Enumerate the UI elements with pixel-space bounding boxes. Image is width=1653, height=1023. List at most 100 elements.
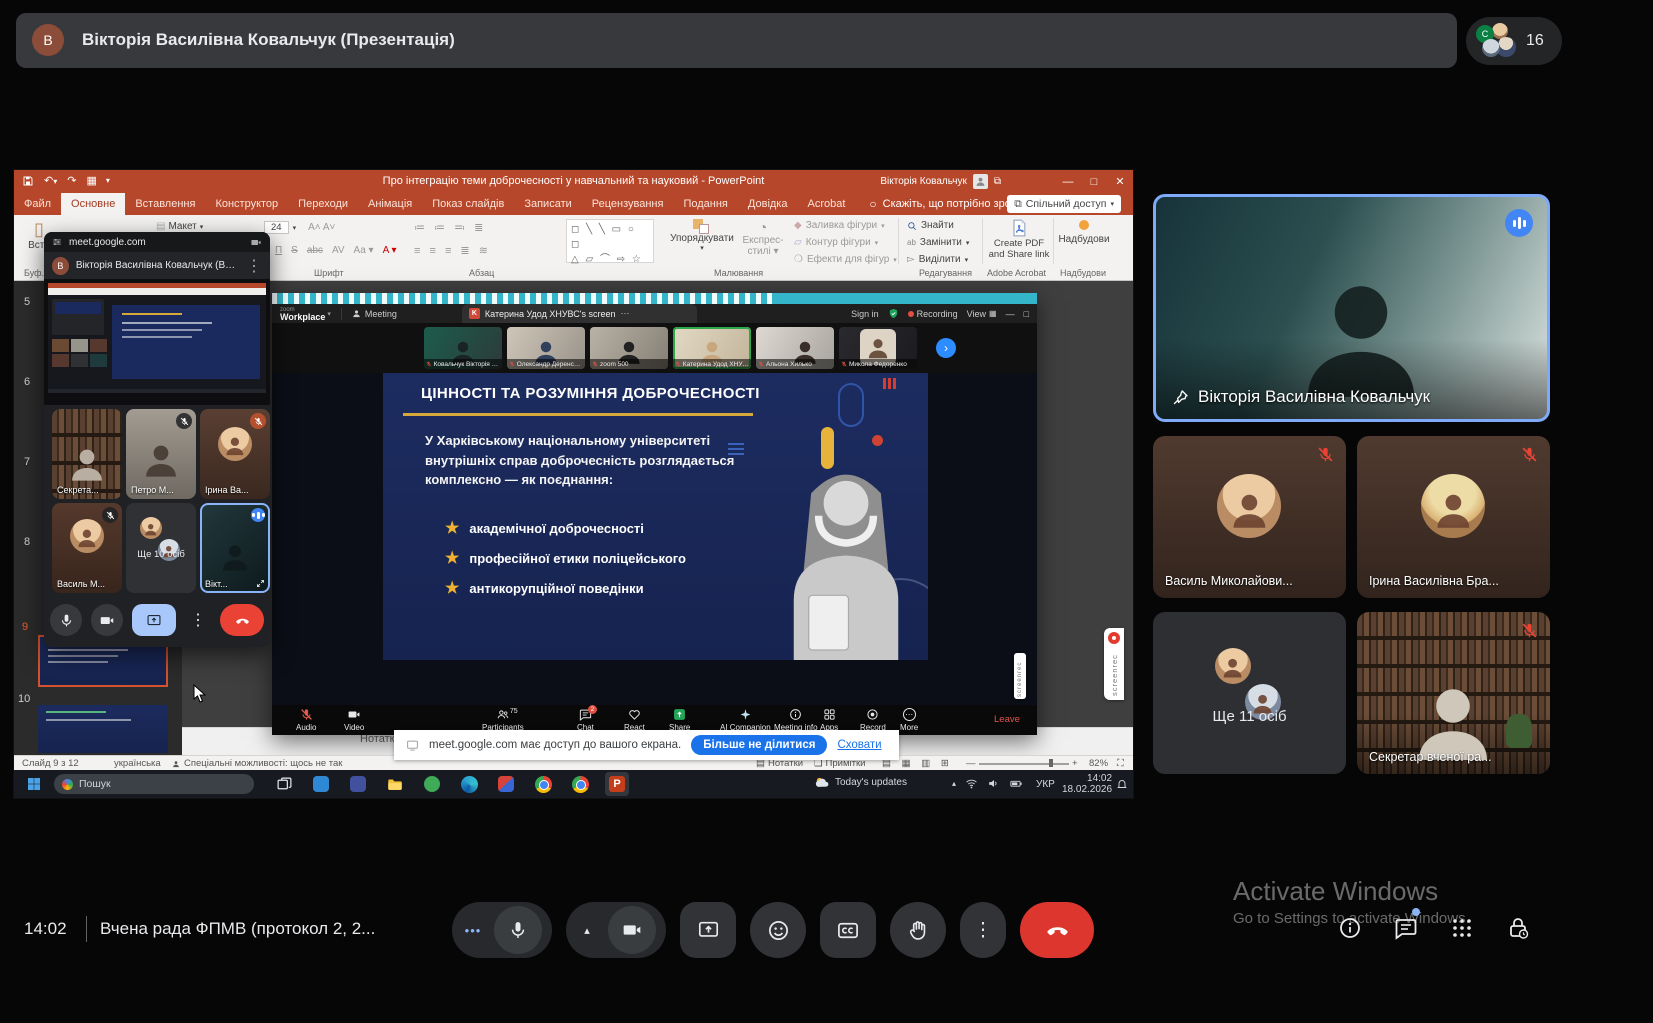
zoom-react-button[interactable]: React: [624, 708, 645, 732]
accessibility-status[interactable]: Спеціальні можливості: щось не так: [172, 758, 342, 769]
mic-button[interactable]: •••: [452, 902, 552, 958]
edge-icon[interactable]: [457, 772, 481, 796]
chat-panel-button[interactable]: [1394, 916, 1418, 940]
paragraph-buttons-row2[interactable]: ≡ ≡ ≡ ≣ ≋: [414, 244, 491, 257]
slide-number[interactable]: 10: [18, 693, 30, 705]
activities-icon[interactable]: [1450, 916, 1474, 940]
present-button[interactable]: [680, 902, 736, 958]
zoom-slider-thumb[interactable]: [1049, 759, 1053, 767]
end-call-button[interactable]: [1020, 902, 1094, 958]
ribbon-display-icon[interactable]: ⧉: [994, 176, 1001, 187]
pip-tile[interactable]: Секрета...: [52, 409, 122, 499]
slide-number[interactable]: 8: [24, 536, 30, 548]
filmstrip-next-icon[interactable]: ›: [936, 338, 956, 358]
share-button[interactable]: ⧉ Спільний доступ▾: [1007, 195, 1121, 213]
video-tile[interactable]: zoom 500: [590, 327, 668, 369]
tab-transitions[interactable]: Переходи: [288, 193, 358, 215]
slide-thumbnail-10[interactable]: [38, 705, 168, 753]
zoom-brand[interactable]: zoom Workplace ▾: [280, 307, 331, 321]
stop-sharing-button[interactable]: Більше не ділитися: [691, 735, 827, 755]
powerpoint-taskbar-icon-active[interactable]: P: [605, 772, 629, 796]
pip-tile[interactable]: Ірина Ва...: [200, 409, 270, 499]
zoom-more-button[interactable]: ⋯ More: [900, 708, 918, 732]
video-tile[interactable]: Василь Миколайови...: [1153, 436, 1346, 598]
notifications-icon[interactable]: [1116, 778, 1128, 790]
zoom-view-button[interactable]: View▦: [967, 309, 997, 319]
zoom-meeting-info-button[interactable]: Meeting info: [774, 708, 818, 732]
video-tile[interactable]: Олександр Деренськ...: [507, 327, 585, 369]
chrome-icon[interactable]: [531, 772, 555, 796]
video-tile[interactable]: Секретар вченої ра...: [1357, 612, 1550, 774]
tab-file[interactable]: Файл: [14, 193, 61, 215]
file-explorer-icon[interactable]: [383, 772, 407, 796]
tab-more-icon[interactable]: ⋯: [620, 308, 629, 319]
screenrec-widget-small[interactable]: screenrec: [1014, 653, 1026, 699]
zoom-record-button[interactable]: Record: [860, 708, 886, 732]
zoom-minimize-button[interactable]: —: [1006, 309, 1015, 319]
pip-camera-button[interactable]: [91, 604, 123, 636]
replace-button[interactable]: abЗамінити▾: [907, 237, 969, 248]
task-view-icon[interactable]: [272, 772, 296, 796]
quick-styles-button[interactable]: ◔ Експрес- стилі ▾: [740, 219, 786, 257]
taskbar-app-icon[interactable]: [494, 772, 518, 796]
shape-effects-button[interactable]: ❍Ефекти для фігур▾: [794, 254, 897, 265]
language-indicator[interactable]: українська: [114, 758, 161, 769]
fit-slide-icon[interactable]: ⛶: [1117, 758, 1124, 769]
shape-fill-button[interactable]: ◆Заливка фігури▾: [794, 220, 885, 231]
shape-outline-button[interactable]: ▱Контур фігури▾: [794, 237, 878, 248]
video-tile-active-speaker[interactable]: Катерина Удод ХНУВС: [673, 327, 751, 369]
system-tray[interactable]: ▴: [952, 777, 1023, 790]
tab-record[interactable]: Записати: [514, 193, 581, 215]
select-button[interactable]: ▻Виділити▾: [907, 254, 968, 265]
account-area[interactable]: Вікторія Ковальчук ⧉: [880, 174, 1001, 189]
tab-help[interactable]: Довідка: [738, 193, 798, 215]
zoom-level[interactable]: 82%: [1089, 758, 1108, 769]
zoom-share-button[interactable]: Share: [669, 708, 690, 732]
pip-tile-overflow[interactable]: Ще 10 осіб: [126, 503, 196, 593]
zoom-apps-button[interactable]: Apps: [820, 708, 838, 732]
overflow-tile[interactable]: Ще 11 осіб: [1153, 612, 1346, 774]
pip-more-icon[interactable]: ⋮: [246, 256, 262, 276]
taskbar-updates[interactable]: Today's updates: [814, 775, 907, 790]
chrome-icon[interactable]: [568, 772, 592, 796]
zoom-meeting-tab[interactable]: Meeting: [352, 309, 397, 319]
maximize-button[interactable]: □: [1081, 170, 1107, 193]
tab-view[interactable]: Подання: [673, 193, 737, 215]
font-size-box[interactable]: 24 ▾ A˄ A˅: [264, 221, 335, 234]
tab-review[interactable]: Рецензування: [582, 193, 674, 215]
slide-number-current[interactable]: 9: [22, 621, 28, 633]
minimize-button[interactable]: —: [1055, 170, 1081, 193]
tab-home[interactable]: Основне: [61, 193, 125, 215]
pip-more-icon[interactable]: ⋮: [185, 604, 211, 636]
zoom-ai-companion-button[interactable]: AI Companion: [720, 708, 771, 732]
zoom-slider[interactable]: [979, 763, 1069, 765]
pip-tile[interactable]: Петро М...: [126, 409, 196, 499]
tab-slideshow[interactable]: Показ слайдів: [422, 193, 514, 215]
slide-number[interactable]: 5: [24, 296, 30, 308]
zoom-chat-button[interactable]: 2 Chat: [577, 708, 594, 732]
taskbar-app-icon[interactable]: [420, 772, 444, 796]
pip-mic-button[interactable]: [50, 604, 82, 636]
video-tile[interactable]: Ковальчук Вікторія Ва...: [424, 327, 502, 369]
participants-pill[interactable]: C 16: [1466, 17, 1562, 65]
taskbar-app-icon[interactable]: [346, 772, 370, 796]
pinned-video-tile[interactable]: Вікторія Василівна Ковальчук: [1153, 194, 1550, 422]
tray-expand-icon[interactable]: ▴: [952, 779, 956, 788]
more-options-button[interactable]: ⋮: [960, 902, 1006, 958]
expand-icon[interactable]: [256, 579, 265, 588]
zoom-maximize-button[interactable]: □: [1024, 309, 1029, 319]
video-tile[interactable]: Альона Хилько: [756, 327, 834, 369]
captions-button[interactable]: [820, 902, 876, 958]
tab-design[interactable]: Конструктор: [205, 193, 288, 215]
paragraph-buttons-row1[interactable]: ≔ ≔ ≕ ≣: [414, 221, 486, 234]
keyboard-language[interactable]: УКР: [1036, 779, 1055, 790]
zoom-out-icon[interactable]: —: [966, 758, 976, 769]
video-tile[interactable]: Микола Федоренко: [839, 327, 917, 369]
zoom-video-button[interactable]: Video: [344, 708, 364, 732]
pip-settings-icon[interactable]: [52, 237, 62, 247]
pip-tile-self[interactable]: Вікт...: [200, 503, 270, 593]
host-controls-icon[interactable]: [1506, 916, 1530, 940]
pip-screen-thumbnail[interactable]: [44, 279, 270, 405]
zoom-screen-tab[interactable]: K Катерина Удод ХНУВС's screen ⋯: [462, 304, 697, 323]
zoom-sign-in[interactable]: Sign in: [851, 309, 879, 319]
